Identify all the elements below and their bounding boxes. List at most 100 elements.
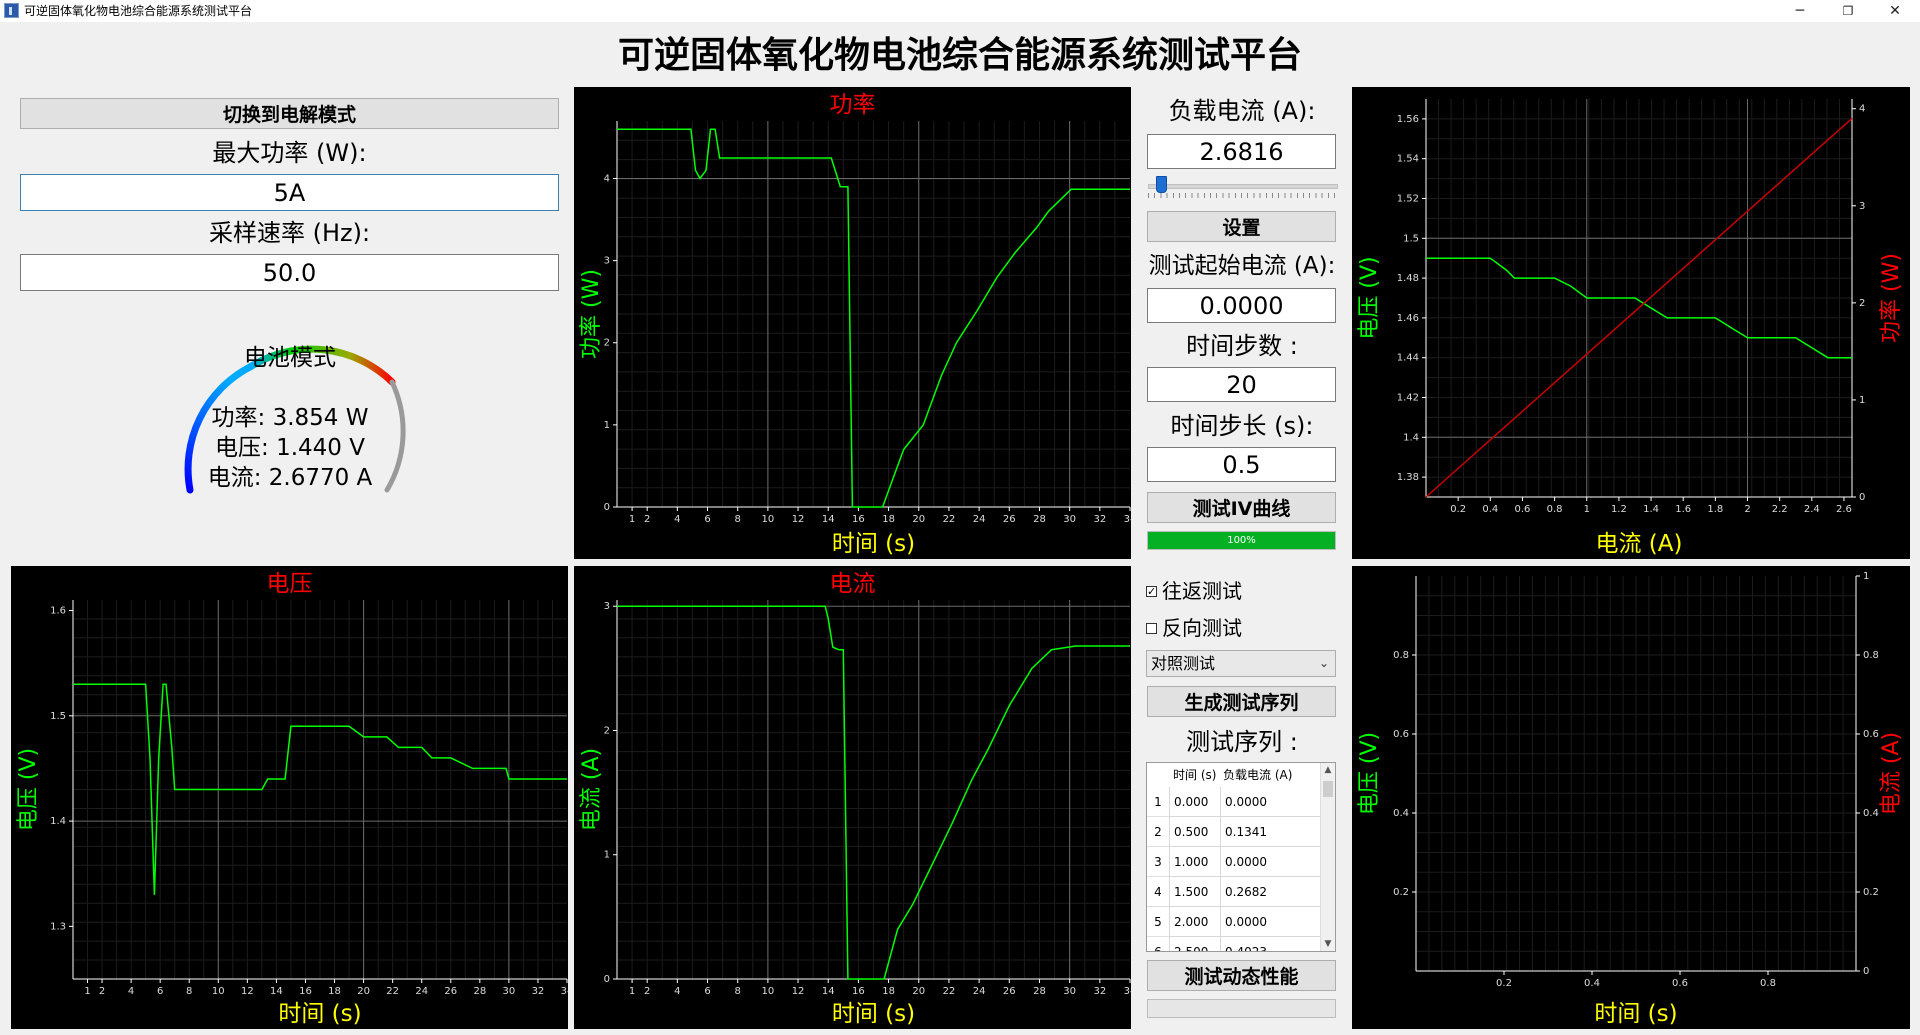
start-current-input[interactable]: 0.0000 — [1147, 288, 1336, 323]
load-current-label: 负载电流 (A): — [1168, 97, 1316, 125]
table-row-header[interactable]: 6 — [1147, 937, 1169, 951]
current-chart: 12468101214161820222426283032340123电流时间 … — [579, 571, 1131, 1027]
table-row-header[interactable]: 1 — [1147, 787, 1169, 817]
table-header-time: 时间 (s) — [1173, 768, 1217, 782]
test-iv-button[interactable]: 测试IV曲线 — [1147, 492, 1336, 523]
table-row-header[interactable]: 2 — [1147, 817, 1169, 847]
gauge-voltage-text: 电压: 1.440 V — [215, 435, 365, 461]
y-tick-label: 2 — [604, 725, 610, 736]
scroll-thumb[interactable] — [1323, 781, 1333, 797]
time-step-input[interactable]: 0.5 — [1147, 447, 1336, 482]
x-tick-label: 28 — [1033, 514, 1046, 525]
load-current-input[interactable]: 2.6816 — [1147, 134, 1336, 169]
y-tick-label: 1.5 — [1403, 233, 1419, 244]
scroll-down-icon[interactable]: ▼ — [1321, 939, 1335, 949]
chart-title: 电流 — [830, 571, 876, 597]
y-tick-label: 0 — [604, 974, 610, 985]
table-cell-time[interactable]: 1.000 — [1169, 847, 1220, 877]
table-row-header[interactable]: 5 — [1147, 907, 1169, 937]
x-tick-label: 28 — [473, 986, 486, 997]
y-tick-label: 3 — [604, 601, 610, 612]
table-cell-current[interactable]: 0.2682 — [1220, 877, 1322, 907]
x-tick-label: 8 — [735, 986, 741, 997]
x-tick-label: 0.2 — [1450, 504, 1466, 515]
y-axis-label: 电压 (V) — [16, 748, 41, 831]
table-cell-current[interactable]: 0.0000 — [1220, 907, 1322, 937]
voltage-plot[interactable]: 12468101214161820222426283032341.31.41.5… — [11, 566, 568, 1029]
x-tick-label: 14 — [822, 514, 835, 525]
table-cell-current[interactable]: 0.1341 — [1220, 817, 1322, 847]
time-steps-input[interactable]: 20 — [1147, 367, 1336, 402]
x-tick-label: 18 — [882, 514, 895, 525]
test-dynamic-button[interactable]: 测试动态性能 — [1147, 960, 1336, 991]
y2-tick-label: 0.4 — [1863, 808, 1879, 819]
y-tick-label: 2 — [604, 338, 610, 349]
x-tick-label: 8 — [735, 514, 741, 525]
window-title: 可逆固体氧化物电池综合能源系统测试平台 — [24, 4, 253, 18]
minimize-button[interactable]: ─ — [1777, 0, 1823, 22]
table-row-header[interactable]: 4 — [1147, 877, 1169, 907]
x-tick-label: 6 — [704, 514, 710, 525]
table-row-header[interactable]: 3 — [1147, 847, 1169, 877]
x-tick-label: 0.4 — [1482, 504, 1498, 515]
max-power-label: 最大功率 (W): — [212, 139, 367, 167]
x-tick-label: 2 — [644, 986, 650, 997]
table-cell-time[interactable]: 0.500 — [1169, 817, 1220, 847]
scroll-up-icon[interactable]: ▲ — [1321, 765, 1335, 775]
max-power-input[interactable]: 5A — [20, 174, 559, 211]
power-plot[interactable]: 124681012141618202224262830323401234功率时间… — [574, 87, 1131, 559]
table-cell-time[interactable]: 2.000 — [1169, 907, 1220, 937]
y2-axis-label: 电流 (A) — [1879, 732, 1904, 815]
table-cell-time[interactable]: 0.000 — [1169, 787, 1220, 817]
table-cell-current[interactable]: 0.0000 — [1220, 847, 1322, 877]
x-tick-label: 26 — [1003, 514, 1016, 525]
checkbox-box[interactable] — [1146, 622, 1157, 634]
table-cell-current[interactable]: 0.0000 — [1220, 787, 1322, 817]
sample-rate-input[interactable]: 50.0 — [20, 254, 559, 291]
load-current-slider-track[interactable] — [1148, 184, 1338, 189]
y-tick-label: 4 — [604, 173, 610, 184]
x-axis-label: 时间 (s) — [832, 1001, 915, 1027]
table-cell-time[interactable]: 1.500 — [1169, 877, 1220, 907]
x-tick-label: 4 — [674, 986, 680, 997]
y-tick-label: 0.6 — [1393, 729, 1409, 740]
y2-tick-label: 2 — [1859, 298, 1865, 309]
x-tick-label: 34 — [1124, 986, 1131, 997]
y2-axis-label: 功率 (W) — [1879, 253, 1904, 343]
current-plot[interactable]: 12468101214161820222426283032340123电流时间 … — [574, 566, 1131, 1029]
y-tick-label: 3 — [604, 256, 610, 267]
y-tick-label: 0 — [604, 502, 610, 513]
voltage-chart: 12468101214161820222426283032341.31.41.5… — [16, 571, 568, 1027]
x-tick-label: 28 — [1033, 986, 1046, 997]
window-title-bar[interactable] — [0, 0, 1920, 22]
sequence-table[interactable]: 时间 (s) 负载电流 (A) 1 0.000 0.0000 2 0.500 0.1341… — [1146, 762, 1336, 952]
x-tick-label: 22 — [386, 986, 399, 997]
iv-plot[interactable]: 0.2 0.4 0.6 0.8 1 1.2 1.4 1.6 1.8 2 2.2 2.4 2.6 1.38 1… — [1352, 87, 1910, 559]
x-tick-label: 12 — [792, 986, 805, 997]
table-cell-current[interactable]: 0.4023 — [1220, 937, 1322, 951]
x-tick-label: 2 — [1744, 504, 1750, 515]
slider-ticks — [1148, 193, 1336, 198]
checkbox-box[interactable]: ✓ — [1146, 585, 1157, 597]
load-current-slider-handle[interactable] — [1156, 176, 1168, 193]
x-tick-label: 22 — [943, 986, 956, 997]
close-button[interactable]: ✕ — [1872, 0, 1918, 22]
mode-select[interactable]: 对照测试 ⌄ — [1146, 650, 1336, 677]
switch-mode-button[interactable]: 切换到电解模式 — [20, 98, 559, 129]
table-cell-time[interactable]: 2.500 — [1169, 937, 1220, 951]
dynamic-plot[interactable]: 0.2 0.4 0.6 0.8 0.2 0.4 0.6 0.8 0 0.2 0.4 0.6 0.8 1 时间… — [1352, 566, 1910, 1029]
reverse-label: 反向测试 — [1162, 616, 1242, 640]
table-scrollbar[interactable]: ▲ ▼ — [1320, 763, 1335, 951]
chart-title: 电压 — [267, 571, 313, 597]
restore-button[interactable]: ❐ — [1825, 0, 1871, 22]
round-trip-label: 往返测试 — [1162, 579, 1242, 603]
y-tick-label: 1.6 — [50, 606, 66, 617]
x-tick-label: 6 — [704, 986, 710, 997]
set-button[interactable]: 设置 — [1147, 211, 1336, 242]
table-header-current: 负载电流 (A) — [1223, 768, 1293, 782]
mode-select-value: 对照测试 — [1151, 654, 1216, 673]
reverse-checkbox[interactable]: 反向测试 — [1146, 615, 1242, 641]
round-trip-checkbox[interactable]: ✓ 往返测试 — [1146, 578, 1242, 604]
x-tick-label: 10 — [212, 986, 225, 997]
generate-sequence-button[interactable]: 生成测试序列 — [1147, 686, 1336, 717]
